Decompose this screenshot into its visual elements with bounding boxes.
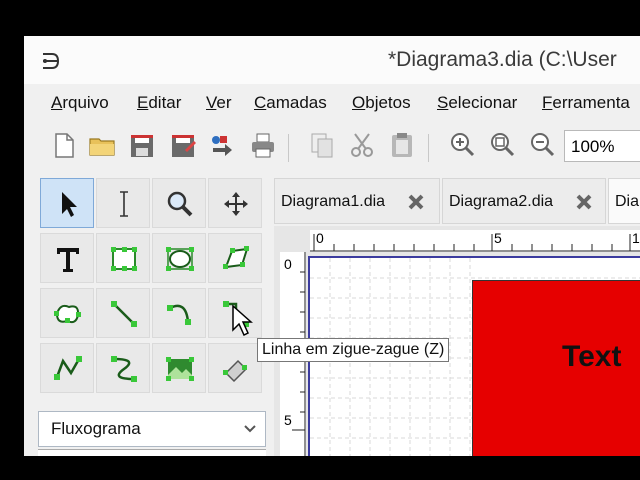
arc-tool-icon: [167, 304, 191, 325]
polyline-tool[interactable]: [40, 343, 94, 393]
scroll-tool-icon: [224, 192, 248, 216]
arc-tool[interactable]: [152, 288, 206, 338]
zoom-out-icon[interactable]: [528, 130, 556, 160]
beziergon-tool-icon: [54, 304, 81, 324]
ellipse-tool-icon: [166, 247, 194, 271]
tab-label: Diagrama2.dia: [449, 193, 554, 210]
shape-text: Text: [562, 340, 622, 373]
mouse-cursor-icon: [232, 304, 253, 337]
image-tool[interactable]: [152, 343, 206, 393]
magnify-tool-icon: [167, 191, 193, 217]
horizontal-ruler: 0 5 10: [310, 230, 640, 252]
sheet-selector-value: Fluxograma: [51, 419, 141, 438]
cut-icon[interactable]: [348, 130, 376, 160]
ellipse-tool[interactable]: [152, 233, 206, 283]
tab-diagrama2[interactable]: Diagrama2.dia: [442, 178, 606, 224]
polygon-tool-icon: [223, 246, 249, 269]
outline-tool-icon: [223, 359, 248, 383]
menu-bar: Arquivo Editar Ver Camadas Objetos Selec…: [24, 88, 640, 118]
toolbar: 100%: [24, 122, 640, 172]
window-title: *Diagrama3.dia (C:\User: [388, 48, 617, 71]
ruler-label: 5: [284, 412, 292, 428]
outline-tool[interactable]: [208, 343, 262, 393]
toolbar-separator: [428, 134, 429, 162]
close-icon[interactable]: [407, 193, 425, 211]
sheet-panel: [38, 449, 266, 456]
save-as-icon[interactable]: [169, 130, 197, 160]
menu-camadas[interactable]: Camadas: [254, 93, 327, 113]
zoom-in-icon[interactable]: [448, 130, 476, 160]
menu-objetos[interactable]: Objetos: [352, 93, 411, 113]
copy-icon[interactable]: [308, 130, 336, 160]
box-tool-icon: [111, 247, 137, 271]
polyline-tool-icon: [54, 356, 82, 380]
bezier-line-tool-icon: [111, 356, 137, 382]
tab-label: Dia: [615, 193, 640, 210]
menu-selecionar[interactable]: Selecionar: [437, 93, 517, 113]
magnify-tool[interactable]: [152, 178, 206, 228]
tool-palette: [38, 176, 272, 398]
export-icon[interactable]: [208, 130, 236, 160]
new-file-icon[interactable]: [50, 130, 78, 160]
tab-label: Diagrama1.dia: [281, 193, 386, 210]
zoom-input[interactable]: 100%: [564, 130, 640, 162]
close-icon[interactable]: [575, 193, 593, 211]
zoom-fit-icon[interactable]: [488, 130, 516, 160]
scroll-tool[interactable]: [208, 178, 262, 228]
paste-icon[interactable]: [388, 130, 416, 160]
text-tool[interactable]: [40, 233, 94, 283]
text-tool-icon: [57, 248, 79, 272]
text-edit-tool-icon: [120, 191, 128, 217]
toolbar-separator: [288, 134, 289, 162]
menu-ferramentas[interactable]: Ferramenta: [542, 93, 630, 113]
sheet-selector[interactable]: Fluxograma: [38, 411, 266, 447]
title-bar: *Diagrama3.dia (C:\User: [24, 36, 640, 84]
line-tool-icon: [111, 301, 137, 327]
menu-editar[interactable]: Editar: [137, 93, 181, 113]
polygon-tool[interactable]: [208, 233, 262, 283]
dia-app-icon: [43, 53, 60, 69]
menu-arquivo[interactable]: Arquivo: [51, 93, 109, 113]
beziergon-tool[interactable]: [40, 288, 94, 338]
open-folder-icon[interactable]: [88, 130, 116, 160]
ruler-label: 0: [284, 256, 292, 272]
pointer-tool[interactable]: [40, 178, 94, 228]
app-window: *Diagrama3.dia (C:\User Arquivo Editar V…: [24, 36, 640, 456]
menu-ver[interactable]: Ver: [206, 93, 232, 113]
pointer-tool-icon: [62, 192, 77, 217]
tab-diagrama3[interactable]: Dia: [608, 178, 640, 224]
ruler-label: 10: [632, 230, 640, 246]
text-edit-tool[interactable]: [96, 178, 150, 228]
tab-diagrama1[interactable]: Diagrama1.dia: [274, 178, 440, 224]
save-icon[interactable]: [128, 130, 156, 160]
tool-tooltip: Linha em zigue-zague (Z): [257, 338, 450, 362]
ruler-label: 0: [316, 230, 324, 246]
image-tool-icon: [166, 357, 194, 381]
ruler-label: 5: [494, 230, 502, 246]
print-icon[interactable]: [249, 130, 277, 160]
bezier-line-tool[interactable]: [96, 343, 150, 393]
line-tool[interactable]: [96, 288, 150, 338]
box-tool[interactable]: [96, 233, 150, 283]
chevron-down-icon: [244, 425, 256, 433]
